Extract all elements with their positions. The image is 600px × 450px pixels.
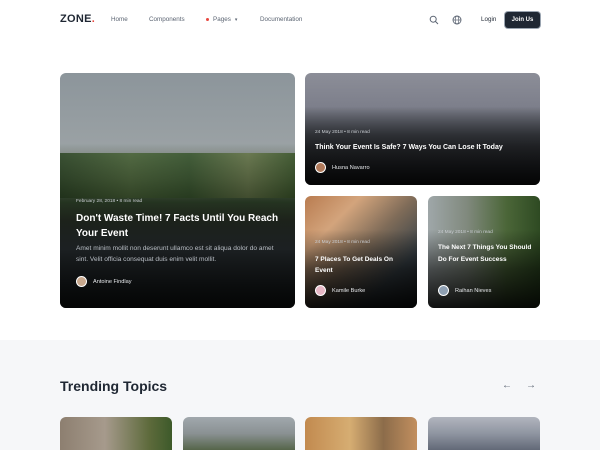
nav-link-pages[interactable]: Pages ▾: [206, 16, 237, 23]
author-name: Antoine Findlay: [93, 278, 132, 285]
avatar: [315, 162, 326, 173]
arrow-left-icon[interactable]: ←: [502, 380, 512, 391]
globe-icon[interactable]: [452, 15, 462, 25]
nav-link-home[interactable]: Home: [111, 16, 128, 23]
arrow-right-icon[interactable]: →: [526, 380, 536, 391]
post-meta: February 28, 2018 • 8 min read: [76, 199, 143, 204]
post-excerpt: Amet minim mollit non deserunt ullamco e…: [76, 245, 274, 263]
author-name: Kamile Burke: [332, 287, 366, 294]
post-author[interactable]: Husna Navarro: [315, 162, 370, 173]
active-dot: [206, 17, 209, 21]
search-icon[interactable]: [429, 15, 439, 25]
featured-card[interactable]: 24 May 2018 • 8 min read Think Your Even…: [305, 73, 540, 185]
featured-card[interactable]: 24 May 2018 • 8 min read 7 Places To Get…: [305, 196, 417, 308]
avatar: [76, 276, 87, 287]
avatar: [438, 285, 449, 296]
post-title[interactable]: 7 Places To Get Deals On Event: [315, 254, 410, 276]
topic-card[interactable]: [428, 417, 540, 450]
topic-card[interactable]: [60, 417, 172, 450]
logo-dot: .: [91, 13, 96, 25]
post-meta: 24 May 2018 • 8 min read: [315, 130, 370, 135]
post-title[interactable]: Think Your Event Is Safe? 7 Ways You Can…: [315, 143, 530, 153]
author-name: Raihan Nieves: [455, 287, 492, 294]
logo[interactable]: ZONE.: [60, 13, 95, 25]
topic-card[interactable]: [305, 417, 417, 450]
nav-link-documentation[interactable]: Documentation: [260, 16, 302, 23]
nav-link-components[interactable]: Components: [149, 16, 185, 23]
featured-card-large[interactable]: February 28, 2018 • 8 min read Don't Was…: [60, 73, 295, 308]
nav-link-pages-label: Pages: [213, 16, 231, 23]
post-author[interactable]: Raihan Nieves: [438, 285, 491, 296]
join-us-button[interactable]: Join Us: [505, 12, 540, 28]
logo-text: ZONE: [60, 13, 92, 25]
topic-card[interactable]: [183, 417, 295, 450]
post-title[interactable]: Don't Waste Time! 7 Facts Until You Reac…: [76, 211, 281, 241]
featured-card[interactable]: 24 May 2018 • 8 min read The Next 7 Thin…: [428, 196, 540, 308]
author-name: Husna Navarro: [332, 164, 370, 171]
post-author[interactable]: Antoine Findlay: [76, 276, 132, 287]
post-meta: 24 May 2018 • 8 min read: [438, 230, 493, 235]
section-title: Trending Topics: [60, 378, 168, 394]
login-link[interactable]: Login: [481, 16, 496, 23]
post-meta: 24 May 2018 • 8 min read: [315, 240, 370, 245]
post-title[interactable]: The Next 7 Things You Should Do For Even…: [438, 242, 533, 266]
navbar: ZONE. Home Components Pages ▾ Documentati…: [0, 0, 600, 40]
chevron-down-icon: ▾: [234, 17, 238, 23]
avatar: [315, 285, 326, 296]
post-author[interactable]: Kamile Burke: [315, 285, 365, 296]
